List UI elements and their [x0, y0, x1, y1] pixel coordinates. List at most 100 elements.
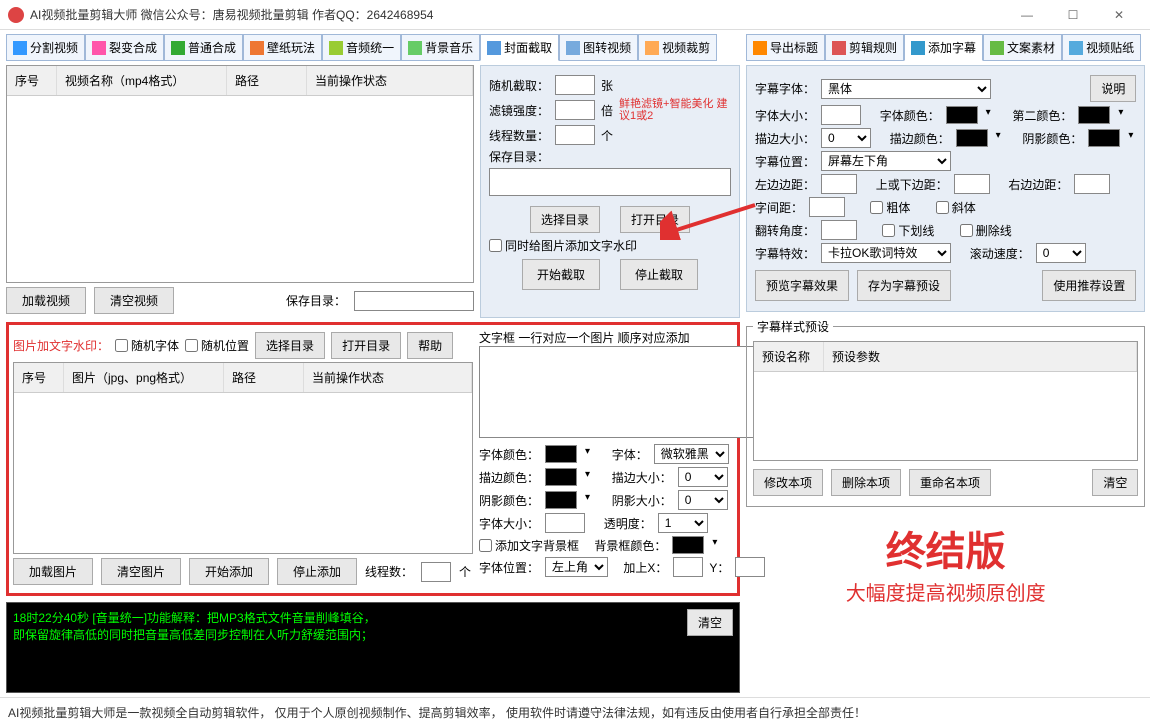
- strike-checkbox[interactable]: 删除线: [960, 222, 1012, 239]
- footer-text: AI视频批量剪辑大师是一款视频全自动剪辑软件， 仅用于个人原创视频制作、提高剪辑…: [0, 697, 1150, 727]
- stop-add-button[interactable]: 停止添加: [277, 558, 357, 585]
- log-line: 18时22分40秒 [音量统一]功能解释：把MP3格式文件音量削峰填谷，: [13, 609, 733, 626]
- wm-font-size-input[interactable]: [545, 513, 585, 533]
- load-video-button[interactable]: 加载视频: [6, 287, 86, 314]
- add-watermark-checkbox[interactable]: 同时给图片添加文字水印: [489, 237, 637, 254]
- sub-left-input[interactable]: [821, 174, 857, 194]
- tab-split[interactable]: 分割视频: [6, 34, 85, 61]
- sub-pos-select[interactable]: 屏幕左下角: [821, 151, 951, 171]
- threads-label: 线程数量：: [489, 127, 549, 144]
- video-grid[interactable]: 序号 视频名称（mp4格式） 路径 当前操作状态: [6, 65, 474, 283]
- sub-color-picker[interactable]: [946, 106, 978, 124]
- tab-img2vid[interactable]: 图转视频: [559, 34, 638, 61]
- sub-stroke-color-picker[interactable]: [956, 129, 988, 147]
- tab-sticker[interactable]: 视频贴纸: [1062, 34, 1141, 61]
- tab-crop[interactable]: 视频裁剪: [638, 34, 717, 61]
- preset-rename-button[interactable]: 重命名本项: [909, 469, 991, 496]
- wm-help-button[interactable]: 帮助: [407, 332, 453, 359]
- opacity-select[interactable]: 1: [658, 513, 708, 533]
- threads-input[interactable]: [555, 125, 595, 145]
- italic-checkbox[interactable]: 斜体: [936, 199, 976, 216]
- tab-audio[interactable]: 音频统一: [322, 34, 401, 61]
- rand-cap-input[interactable]: [555, 75, 595, 95]
- clear-image-button[interactable]: 清空图片: [101, 558, 181, 585]
- window-title: AI视频批量剪辑大师 微信公众号：唐易视频批量剪辑 作者QQ：264246895…: [30, 6, 1004, 23]
- preview-subtitle-button[interactable]: 预览字幕效果: [755, 270, 849, 301]
- sub-rotate-input[interactable]: [821, 220, 857, 240]
- rand-pos-checkbox[interactable]: 随机位置: [185, 337, 249, 354]
- tab-add-subtitle[interactable]: 添加字幕: [904, 34, 983, 61]
- image-icon: [487, 41, 501, 55]
- add-bg-checkbox[interactable]: 添加文字背景框: [479, 537, 579, 554]
- use-recommend-button[interactable]: 使用推荐设置: [1042, 270, 1136, 301]
- font-select[interactable]: 微软雅黑: [654, 444, 729, 464]
- wm-select-dir-button[interactable]: 选择目录: [255, 332, 325, 359]
- sub-font-select[interactable]: 黑体: [821, 79, 991, 99]
- start-capture-button[interactable]: 开始截取: [522, 259, 600, 290]
- log-panel: 18时22分40秒 [音量统一]功能解释：把MP3格式文件音量削峰填谷， 即保留…: [6, 602, 740, 693]
- filter-input[interactable]: [555, 100, 595, 120]
- log-clear-button[interactable]: 清空: [687, 609, 733, 636]
- sub-stroke-select[interactable]: 0: [821, 128, 871, 148]
- underline-checkbox[interactable]: 下划线: [882, 222, 934, 239]
- sub-size-input[interactable]: [821, 105, 861, 125]
- subtitle-icon: [911, 41, 925, 55]
- preset-grid[interactable]: 预设名称 预设参数: [753, 341, 1138, 461]
- stroke-color-picker[interactable]: [545, 468, 577, 486]
- wm-open-dir-button[interactable]: 打开目录: [331, 332, 401, 359]
- main-tabs: 分割视频 裂变合成 普通合成 壁纸玩法 音频统一 背景音乐 封面截取 图转视频 …: [0, 30, 740, 65]
- shadow-size-select[interactable]: 0: [678, 490, 728, 510]
- play-icon: [171, 41, 185, 55]
- tab-wallpaper[interactable]: 壁纸玩法: [243, 34, 322, 61]
- save-preset-button[interactable]: 存为字幕预设: [857, 270, 951, 301]
- preset-delete-button[interactable]: 删除本项: [831, 469, 901, 496]
- tab-cover[interactable]: 封面截取: [480, 34, 559, 61]
- tab-normal-merge[interactable]: 普通合成: [164, 34, 243, 61]
- sub-top-input[interactable]: [954, 174, 990, 194]
- clear-video-button[interactable]: 清空视频: [94, 287, 174, 314]
- sub-effect-select[interactable]: 卡拉OK歌词特效: [821, 243, 951, 263]
- watermark-section: 图片加文字水印： 随机字体 随机位置 选择目录 打开目录 帮助 序号 图片（jp…: [6, 322, 740, 596]
- stop-capture-button[interactable]: 停止截取: [620, 259, 698, 290]
- stroke-size-select[interactable]: 0: [678, 467, 728, 487]
- sub-right-input[interactable]: [1074, 174, 1110, 194]
- load-image-button[interactable]: 加载图片: [13, 558, 93, 585]
- preset-clear-button[interactable]: 清空: [1092, 469, 1138, 496]
- sub-color2-picker[interactable]: [1078, 106, 1110, 124]
- cover-open-dir-button[interactable]: 打开目录: [620, 206, 690, 233]
- promo-text: 终结版 大幅度提高视频原创度: [746, 519, 1145, 606]
- image-grid[interactable]: 序号 图片（jpg、png格式） 路径 当前操作状态: [13, 362, 473, 554]
- music-icon: [408, 41, 422, 55]
- rand-cap-label: 随机截取：: [489, 77, 549, 94]
- tab-bgm[interactable]: 背景音乐: [401, 34, 480, 61]
- close-button[interactable]: ✕: [1096, 0, 1142, 30]
- sub-shadow-color-picker[interactable]: [1088, 129, 1120, 147]
- shadow-color-picker[interactable]: [545, 491, 577, 509]
- watermark-text-input[interactable]: [479, 346, 765, 438]
- font-color-picker[interactable]: [545, 445, 577, 463]
- sub-speed-select[interactable]: 0: [1036, 243, 1086, 263]
- cover-savedir-input[interactable]: [489, 168, 731, 196]
- save-dir-input[interactable]: [354, 291, 474, 311]
- tab-edit-rule[interactable]: 剪辑规则: [825, 34, 904, 61]
- sub-spacing-input[interactable]: [809, 197, 845, 217]
- tab-fission[interactable]: 裂变合成: [85, 34, 164, 61]
- explain-button[interactable]: 说明: [1090, 75, 1136, 102]
- rule-icon: [832, 41, 846, 55]
- wm-threads-input[interactable]: [421, 562, 451, 582]
- titlebar: AI视频批量剪辑大师 微信公众号：唐易视频批量剪辑 作者QQ：264246895…: [0, 0, 1150, 30]
- tab-copy-material[interactable]: 文案素材: [983, 34, 1062, 61]
- bg-color-picker[interactable]: [672, 536, 704, 554]
- font-pos-select[interactable]: 左上角: [545, 557, 608, 577]
- bold-checkbox[interactable]: 粗体: [870, 199, 910, 216]
- rand-font-checkbox[interactable]: 随机字体: [115, 337, 179, 354]
- cover-select-dir-button[interactable]: 选择目录: [530, 206, 600, 233]
- maximize-button[interactable]: ☐: [1050, 0, 1096, 30]
- tab-export-title[interactable]: 导出标题: [746, 34, 825, 61]
- preset-edit-button[interactable]: 修改本项: [753, 469, 823, 496]
- addx-input[interactable]: [673, 557, 703, 577]
- preset-fieldset: 字幕样式预设 预设名称 预设参数 修改本项 删除本项 重命名本项 清空: [746, 318, 1145, 507]
- minimize-button[interactable]: —: [1004, 0, 1050, 30]
- start-add-button[interactable]: 开始添加: [189, 558, 269, 585]
- col-name: 视频名称（mp4格式）: [57, 66, 227, 95]
